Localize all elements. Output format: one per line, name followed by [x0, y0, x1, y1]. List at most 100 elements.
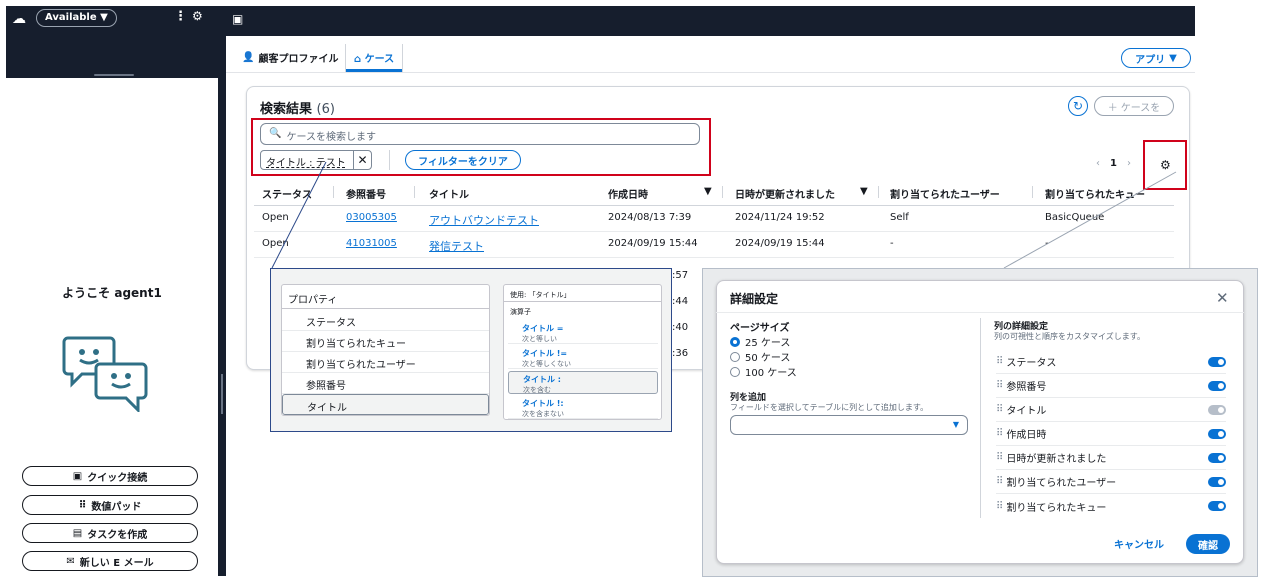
status-label: Available [45, 12, 97, 23]
tab-cases-label: ケース [364, 54, 395, 65]
more-options-icon[interactable]: ⋮ [174, 9, 187, 24]
property-option[interactable]: ステータス [282, 310, 489, 331]
column-setting-row[interactable]: ⠿ 日時が更新されました [996, 446, 1226, 470]
email-icon: ✉ [66, 555, 75, 567]
cell-updated: 2024/11/24 19:52 [735, 212, 825, 223]
drag-handle-icon[interactable]: ⠿ [996, 452, 1003, 463]
column-setting-row[interactable]: ⠿ 参照番号 [996, 374, 1226, 398]
status-dropdown[interactable]: Available ▼ [36, 9, 117, 27]
cell-title-link[interactable]: アウトバウンドテスト [429, 212, 539, 228]
next-page-icon[interactable]: › [1127, 158, 1131, 169]
panel-icon[interactable]: ▣ [232, 12, 243, 26]
numpad-icon: ⠿ [78, 499, 87, 511]
cell-created: 2024/08/13 7:39 [608, 212, 692, 223]
page-size-radio[interactable]: 25 ケース [730, 334, 790, 349]
refresh-icon[interactable]: ↻ [1068, 96, 1088, 116]
cell-user: Self [890, 212, 909, 223]
property-option-selected[interactable]: タイトル [282, 394, 489, 415]
drag-handle-icon[interactable]: ⠿ [996, 428, 1003, 439]
prev-page-icon[interactable]: ‹ [1096, 158, 1100, 169]
operator-desc: 次と等しい [522, 335, 557, 343]
column-settings-desc: 列の可視性と順序をカスタマイズします。 [994, 332, 1145, 341]
visibility-toggle[interactable] [1208, 429, 1226, 439]
new-email-button[interactable]: ✉ 新しい E メール [22, 551, 198, 571]
hidden-time-fragment: :36 [672, 348, 689, 359]
page-size-option: 50 ケース [745, 353, 791, 364]
case-icon: ⌂ [354, 54, 362, 65]
add-column-desc: フィールドを選択してテーブルに列として追加します。 [730, 403, 929, 412]
column-setting-row[interactable]: ⠿ タイトル [996, 398, 1226, 422]
operator-name: タイトル != [522, 349, 568, 358]
gear-icon[interactable]: ⚙ [192, 9, 203, 23]
numpad-button[interactable]: ⠿ 数値パッド [22, 495, 198, 515]
operator-option-selected[interactable]: タイトル : 次を含む [508, 371, 658, 394]
resize-grip[interactable] [94, 74, 134, 76]
tab-cases[interactable]: ⌂ ケース [345, 44, 404, 72]
column-setting-label: 作成日時 [1006, 430, 1047, 441]
panel-divider[interactable] [218, 6, 226, 576]
operator-desc: 次を含まない [522, 410, 564, 418]
quick-connect-button[interactable]: ▣ クイック接続 [22, 466, 198, 486]
quick-connect-label: クイック接続 [87, 472, 148, 484]
add-case-button[interactable]: ＋ケースを [1094, 96, 1174, 116]
chat-bubbles-icon [62, 336, 148, 412]
property-option[interactable]: 割り当てられたユーザー [282, 352, 489, 373]
apps-button[interactable]: アプリ ▼ [1121, 48, 1191, 68]
cell-reference-link[interactable]: 03005305 [346, 212, 397, 223]
close-icon[interactable]: ✕ [1216, 289, 1229, 307]
col-reference[interactable]: 参照番号 [346, 186, 386, 201]
visibility-toggle[interactable] [1208, 501, 1226, 511]
radio-selected-icon [730, 336, 740, 347]
add-column-select[interactable]: ▼ [730, 415, 968, 435]
sort-icon[interactable]: ▼ [704, 186, 712, 197]
cell-created: 2024/09/19 15:44 [608, 238, 698, 249]
operator-option[interactable]: タイトル = 次と等しい [508, 321, 658, 344]
drag-handle-icon[interactable]: ⠿ [996, 356, 1003, 367]
user-icon: 👤 [242, 52, 255, 63]
visibility-toggle[interactable] [1208, 381, 1226, 391]
operator-name: タイトル !: [522, 399, 564, 408]
use-label: 使用: 「タイトル」 [510, 291, 571, 299]
col-title[interactable]: タイトル [429, 186, 469, 201]
cell-title-link[interactable]: 発信テスト [429, 238, 484, 254]
page-size-radio[interactable]: 50 ケース [730, 349, 790, 364]
chevron-down-icon: ▼ [100, 12, 108, 23]
column-setting-row[interactable]: ⠿ ステータス [996, 350, 1226, 374]
col-created[interactable]: 作成日時 [608, 186, 648, 201]
col-updated[interactable]: 日時が更新されました [735, 186, 835, 201]
operator-name: タイトル = [522, 324, 564, 333]
sort-desc-icon[interactable]: ▼ [860, 186, 868, 197]
task-icon: ▤ [72, 527, 83, 539]
ccp-header: ☁ Available ▼ ⋮ ⚙ [6, 6, 218, 78]
column-setting-row[interactable]: ⠿ 割り当てられたキュー [996, 494, 1226, 518]
modal-column-divider [980, 318, 981, 518]
page-number[interactable]: 1 [1110, 158, 1117, 169]
visibility-toggle[interactable] [1208, 453, 1226, 463]
column-setting-row[interactable]: ⠿ 割り当てられたユーザー [996, 470, 1226, 494]
property-option[interactable]: 参照番号 [282, 373, 489, 394]
visibility-toggle[interactable] [1208, 357, 1226, 367]
page-size-option: 100 ケース [745, 368, 797, 379]
column-setting-label: 参照番号 [1006, 382, 1047, 393]
operator-name: タイトル : [523, 375, 561, 384]
callout-line [271, 161, 327, 269]
page-size-option: 25 ケース [745, 338, 791, 349]
column-setting-row[interactable]: ⠿ 作成日時 [996, 422, 1226, 446]
operator-option[interactable]: タイトル != 次と等しくない [508, 346, 658, 369]
confirm-button[interactable]: 確認 [1186, 534, 1230, 554]
cell-user: - [890, 238, 894, 249]
page-size-radio[interactable]: 100 ケース [730, 364, 797, 379]
property-option[interactable]: 割り当てられたキュー [282, 331, 489, 352]
drag-handle-icon[interactable]: ⠿ [996, 380, 1003, 391]
visibility-toggle[interactable] [1208, 477, 1226, 487]
col-assigned-user[interactable]: 割り当てられたユーザー [890, 186, 1000, 201]
tab-customer-profile[interactable]: 👤 顧客プロファイル [242, 50, 338, 65]
create-task-button[interactable]: ▤ タスクを作成 [22, 523, 198, 543]
drag-handle-icon[interactable]: ⠿ [996, 404, 1003, 415]
divider-handle[interactable] [221, 374, 223, 414]
drag-handle-icon[interactable]: ⠿ [996, 476, 1003, 487]
cancel-button[interactable]: キャンセル [1114, 536, 1164, 551]
operator-option[interactable]: タイトル !: 次を含まない [508, 396, 658, 419]
drag-handle-icon[interactable]: ⠿ [996, 501, 1003, 512]
cell-reference-link[interactable]: 41031005 [346, 238, 397, 249]
